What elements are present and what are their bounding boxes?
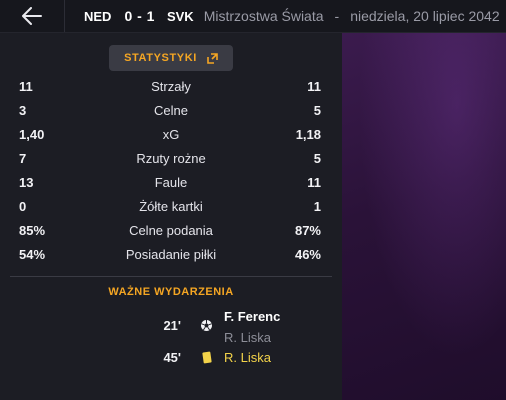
header-separator: - bbox=[334, 8, 340, 24]
key-events-title: WAŻNE WYDARZENIA bbox=[108, 286, 234, 298]
stat-away-value: 1 bbox=[313, 199, 321, 214]
stat-label: Celne podania bbox=[129, 223, 213, 238]
back-button[interactable] bbox=[0, 0, 65, 32]
ball-icon bbox=[201, 320, 212, 331]
stats-panel: STATYSTYKI 11 Strzały 11 3 Celne 5 1,40 … bbox=[0, 33, 342, 400]
stat-row-yellow-cards: 0 Żółte kartki 1 bbox=[0, 197, 342, 217]
stat-row-corners: 7 Rzuty rożne 5 bbox=[0, 149, 342, 169]
yellow-card-icon bbox=[202, 351, 212, 364]
event-minute: 45' bbox=[163, 350, 181, 365]
stat-label: Żółte kartki bbox=[139, 199, 203, 214]
statistics-button[interactable]: STATYSTYKI bbox=[109, 45, 233, 71]
stat-away-value: 87% bbox=[294, 223, 321, 238]
stat-row-pass-accuracy: 85% Celne podania 87% bbox=[0, 221, 342, 241]
home-team: NED bbox=[84, 8, 112, 24]
event-player: F. Ferenc bbox=[224, 309, 281, 324]
stat-row-shots: 11 Strzały 11 bbox=[0, 77, 342, 97]
expand-icon bbox=[207, 52, 218, 64]
stat-away-value: 11 bbox=[307, 175, 321, 190]
stat-away-value: 5 bbox=[313, 151, 321, 166]
stat-row-possession: 54% Posiadanie piłki 46% bbox=[0, 245, 342, 265]
stat-label: xG bbox=[162, 127, 180, 142]
stat-row-xg: 1,40 xG 1,18 bbox=[0, 125, 342, 145]
stat-label: Strzały bbox=[151, 79, 191, 94]
arrow-left-icon bbox=[22, 7, 42, 25]
match-date: niedziela, 20 lipiec 2042 bbox=[350, 8, 500, 24]
stat-label: Rzuty rożne bbox=[136, 151, 206, 166]
match-score: 0 - 1 bbox=[124, 8, 155, 24]
event-assist: R. Liska bbox=[224, 330, 271, 345]
match-header: NED 0 - 1 SVK Mistrzostwa Świata - niedz… bbox=[0, 0, 506, 33]
competition-name: Mistrzostwa Świata bbox=[203, 8, 324, 24]
event-minute: 21' bbox=[163, 318, 181, 333]
background-art bbox=[342, 32, 506, 400]
stat-away-value: 1,18 bbox=[295, 127, 321, 142]
divider bbox=[10, 276, 332, 277]
stat-label: Celne bbox=[154, 103, 188, 118]
statistics-button-label: STATYSTYKI bbox=[124, 52, 197, 64]
stat-label: Faule bbox=[154, 175, 188, 190]
stat-away-value: 5 bbox=[313, 103, 321, 118]
stat-row-on-target: 3 Celne 5 bbox=[0, 101, 342, 121]
away-team: SVK bbox=[166, 8, 194, 24]
stat-label: Posiadanie piłki bbox=[125, 247, 217, 262]
stat-row-fouls: 13 Faule 11 bbox=[0, 173, 342, 193]
event-player: R. Liska bbox=[224, 350, 271, 365]
stat-away-value: 11 bbox=[307, 79, 321, 94]
match-summary: NED 0 - 1 SVK Mistrzostwa Świata - niedz… bbox=[84, 0, 500, 32]
stat-away-value: 46% bbox=[294, 247, 321, 262]
